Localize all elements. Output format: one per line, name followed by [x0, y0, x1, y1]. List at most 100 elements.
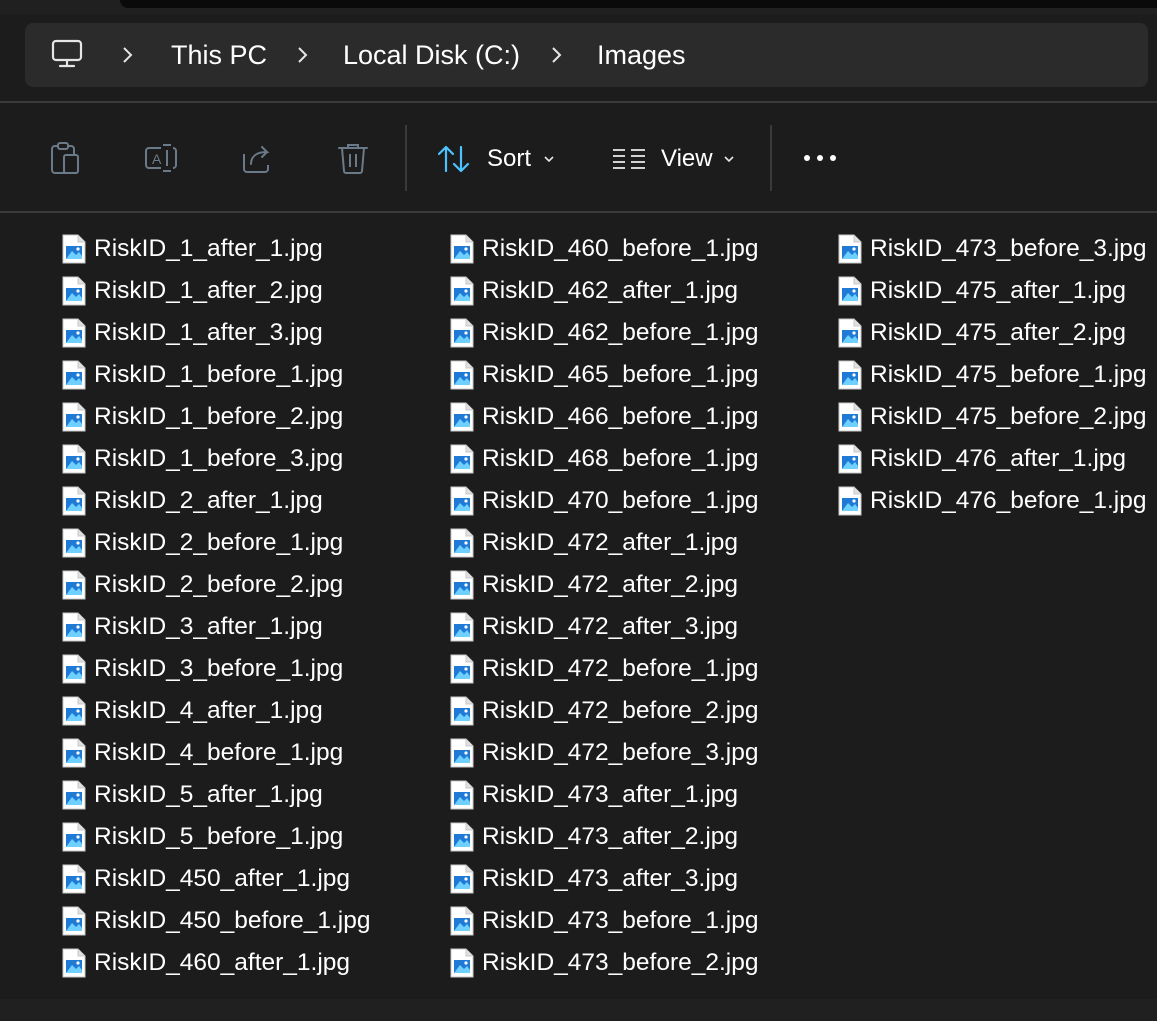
share-icon[interactable] — [239, 140, 275, 176]
svg-text:A: A — [152, 151, 162, 167]
file-item[interactable]: RiskID_472_before_2.jpg — [450, 690, 759, 732]
file-name: RiskID_473_after_1.jpg — [482, 781, 739, 808]
file-item[interactable]: RiskID_476_after_1.jpg — [838, 438, 1147, 480]
file-item[interactable]: RiskID_460_before_1.jpg — [450, 228, 759, 270]
file-name: RiskID_468_before_1.jpg — [482, 445, 759, 472]
jpg-image-file-icon — [62, 486, 86, 516]
jpg-image-file-icon — [62, 528, 86, 558]
file-name: RiskID_476_before_1.jpg — [870, 487, 1147, 514]
file-name: RiskID_473_before_3.jpg — [870, 235, 1147, 262]
file-item[interactable]: RiskID_1_before_3.jpg — [62, 438, 371, 480]
clipboard-icon[interactable] — [47, 140, 83, 176]
file-item[interactable]: RiskID_466_before_1.jpg — [450, 396, 759, 438]
file-name: RiskID_5_before_1.jpg — [94, 823, 344, 850]
file-name: RiskID_466_before_1.jpg — [482, 403, 759, 430]
jpg-image-file-icon — [450, 696, 474, 726]
file-name: RiskID_450_before_1.jpg — [94, 907, 371, 934]
file-item[interactable]: RiskID_2_before_1.jpg — [62, 522, 371, 564]
file-item[interactable]: RiskID_1_before_2.jpg — [62, 396, 371, 438]
file-item[interactable]: RiskID_450_after_1.jpg — [62, 858, 371, 900]
jpg-image-file-icon — [838, 360, 862, 390]
rename-icon[interactable]: A — [143, 140, 179, 176]
file-item[interactable]: RiskID_475_after_1.jpg — [838, 270, 1147, 312]
address-bar[interactable]: This PC Local Disk (C:) Images — [25, 23, 1148, 87]
file-name: RiskID_4_after_1.jpg — [94, 697, 323, 724]
jpg-image-file-icon — [450, 570, 474, 600]
file-item[interactable]: RiskID_472_after_1.jpg — [450, 522, 759, 564]
jpg-image-file-icon — [450, 528, 474, 558]
file-item[interactable]: RiskID_472_before_3.jpg — [450, 732, 759, 774]
file-item[interactable]: RiskID_462_after_1.jpg — [450, 270, 759, 312]
file-item[interactable]: RiskID_1_after_1.jpg — [62, 228, 371, 270]
file-name: RiskID_473_after_2.jpg — [482, 823, 739, 850]
file-item[interactable]: RiskID_1_after_3.jpg — [62, 312, 371, 354]
file-item[interactable]: RiskID_476_before_1.jpg — [838, 480, 1147, 522]
jpg-image-file-icon — [62, 276, 86, 306]
chevron-right-icon[interactable] — [296, 45, 308, 65]
file-name: RiskID_473_before_1.jpg — [482, 907, 759, 934]
jpg-image-file-icon — [838, 444, 862, 474]
jpg-image-file-icon — [62, 234, 86, 264]
chevron-right-icon[interactable] — [550, 45, 562, 65]
toolbar-divider — [405, 125, 407, 191]
file-item[interactable]: RiskID_3_before_1.jpg — [62, 648, 371, 690]
file-item[interactable]: RiskID_473_after_1.jpg — [450, 774, 759, 816]
file-item[interactable]: RiskID_473_after_2.jpg — [450, 816, 759, 858]
jpg-image-file-icon — [62, 864, 86, 894]
trash-icon[interactable] — [335, 140, 371, 176]
file-item[interactable]: RiskID_4_after_1.jpg — [62, 690, 371, 732]
file-item[interactable]: RiskID_475_before_1.jpg — [838, 354, 1147, 396]
file-column-1: RiskID_1_after_1.jpg RiskID_1_after_2.jpg… — [62, 228, 371, 984]
file-item[interactable]: RiskID_472_after_2.jpg — [450, 564, 759, 606]
file-name: RiskID_472_before_3.jpg — [482, 739, 759, 766]
file-item[interactable]: RiskID_462_before_1.jpg — [450, 312, 759, 354]
file-item[interactable]: RiskID_5_after_1.jpg — [62, 774, 371, 816]
view-button[interactable]: View — [612, 133, 742, 185]
jpg-image-file-icon — [62, 948, 86, 978]
file-item[interactable]: RiskID_473_before_1.jpg — [450, 900, 759, 942]
jpg-image-file-icon — [62, 612, 86, 642]
file-name: RiskID_3_after_1.jpg — [94, 613, 323, 640]
more-options-icon[interactable] — [802, 140, 838, 176]
breadcrumb-local-disk[interactable]: Local Disk (C:) — [343, 23, 520, 87]
file-name: RiskID_462_after_1.jpg — [482, 277, 739, 304]
file-item[interactable]: RiskID_473_before_3.jpg — [838, 228, 1147, 270]
file-item[interactable]: RiskID_475_after_2.jpg — [838, 312, 1147, 354]
file-name: RiskID_475_before_2.jpg — [870, 403, 1147, 430]
file-name: RiskID_4_before_1.jpg — [94, 739, 344, 766]
jpg-image-file-icon — [62, 444, 86, 474]
toolbar-divider — [770, 125, 772, 191]
file-name: RiskID_475_before_1.jpg — [870, 361, 1147, 388]
sort-button[interactable]: Sort — [437, 133, 567, 185]
file-item[interactable]: RiskID_473_before_2.jpg — [450, 942, 759, 984]
jpg-image-file-icon — [838, 276, 862, 306]
file-item[interactable]: RiskID_473_after_3.jpg — [450, 858, 759, 900]
file-item[interactable]: RiskID_2_before_2.jpg — [62, 564, 371, 606]
file-item[interactable]: RiskID_475_before_2.jpg — [838, 396, 1147, 438]
this-pc-icon[interactable] — [50, 38, 84, 70]
breadcrumb-this-pc[interactable]: This PC — [171, 23, 267, 87]
file-item[interactable]: RiskID_2_after_1.jpg — [62, 480, 371, 522]
file-item[interactable]: RiskID_470_before_1.jpg — [450, 480, 759, 522]
jpg-image-file-icon — [450, 360, 474, 390]
file-item[interactable]: RiskID_1_before_1.jpg — [62, 354, 371, 396]
file-name: RiskID_1_before_2.jpg — [94, 403, 344, 430]
breadcrumb-images[interactable]: Images — [597, 23, 686, 87]
file-item[interactable]: RiskID_472_before_1.jpg — [450, 648, 759, 690]
file-item[interactable]: RiskID_472_after_3.jpg — [450, 606, 759, 648]
file-name: RiskID_472_after_2.jpg — [482, 571, 739, 598]
file-item[interactable]: RiskID_450_before_1.jpg — [62, 900, 371, 942]
jpg-image-file-icon — [62, 906, 86, 936]
file-column-2: RiskID_460_before_1.jpg RiskID_462_after_… — [450, 228, 759, 984]
chevron-right-icon[interactable] — [121, 45, 133, 65]
file-item[interactable]: RiskID_3_after_1.jpg — [62, 606, 371, 648]
file-item[interactable]: RiskID_5_before_1.jpg — [62, 816, 371, 858]
file-item[interactable]: RiskID_460_after_1.jpg — [62, 942, 371, 984]
file-item[interactable]: RiskID_468_before_1.jpg — [450, 438, 759, 480]
chevron-down-icon — [724, 156, 734, 163]
jpg-image-file-icon — [450, 738, 474, 768]
file-item[interactable]: RiskID_1_after_2.jpg — [62, 270, 371, 312]
jpg-image-file-icon — [450, 780, 474, 810]
file-item[interactable]: RiskID_465_before_1.jpg — [450, 354, 759, 396]
file-item[interactable]: RiskID_4_before_1.jpg — [62, 732, 371, 774]
